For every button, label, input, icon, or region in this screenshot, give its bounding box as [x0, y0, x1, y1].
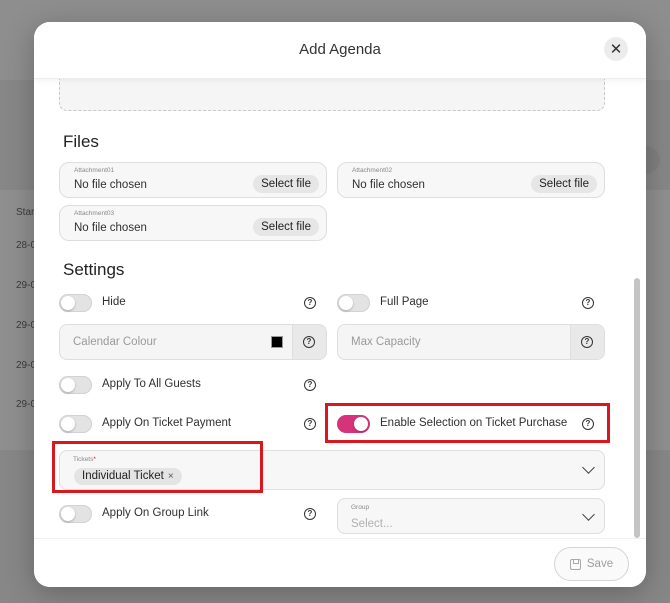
attachment-03-label: Attachment03	[74, 210, 115, 217]
attachment-02-field[interactable]: Attachment02 No file chosen Select file	[337, 162, 605, 198]
highlight-enable-selection	[325, 403, 610, 443]
hide-label: Hide	[102, 296, 126, 308]
close-icon: ✕	[609, 41, 623, 58]
toggle-knob	[61, 296, 75, 310]
modal-header: Add Agenda ✕	[34, 22, 646, 79]
attachment-02-value: No file chosen	[352, 179, 425, 191]
toggle-knob	[339, 296, 353, 310]
attachment-01-field[interactable]: Attachment01 No file chosen Select file	[59, 162, 327, 198]
toggle-knob	[61, 417, 75, 431]
help-icon[interactable]: ?	[582, 297, 594, 309]
files-heading: Files	[63, 132, 99, 151]
group-placeholder: Select...	[351, 518, 393, 530]
full-page-toggle[interactable]	[337, 294, 370, 312]
attachment-01-select-button[interactable]: Select file	[253, 175, 319, 193]
help-icon[interactable]: ?	[304, 508, 316, 520]
max-capacity-input[interactable]: Max Capacity ?	[337, 324, 605, 360]
save-label: Save	[586, 558, 614, 570]
group-label: Group	[351, 504, 370, 511]
group-select[interactable]: Group Select...	[337, 498, 605, 534]
help-icon[interactable]: ?	[304, 418, 316, 430]
help-icon[interactable]: ?	[303, 336, 315, 348]
apply-ticket-payment-label: Apply On Ticket Payment	[102, 417, 232, 429]
hide-toggle[interactable]	[59, 294, 92, 312]
apply-all-guests-toggle[interactable]	[59, 376, 92, 394]
add-agenda-modal: Add Agenda ✕ Files Attachment01 No file …	[34, 22, 646, 587]
full-page-label: Full Page	[380, 296, 429, 308]
save-button[interactable]: Save	[554, 547, 629, 581]
attachment-03-value: No file chosen	[74, 222, 147, 234]
attachment-01-label: Attachment01	[74, 167, 115, 174]
max-capacity-placeholder: Max Capacity	[351, 336, 421, 348]
apply-group-link-toggle[interactable]	[59, 505, 92, 523]
scrollbar[interactable]	[634, 278, 640, 538]
apply-all-guests-label: Apply To All Guests	[102, 378, 201, 390]
calendar-colour-input[interactable]: Calendar Colour ?	[59, 324, 327, 360]
settings-heading: Settings	[63, 260, 125, 279]
color-swatch[interactable]	[271, 336, 283, 348]
help-icon[interactable]: ?	[581, 336, 593, 348]
toggle-knob	[61, 507, 75, 521]
apply-ticket-payment-toggle[interactable]	[59, 415, 92, 433]
attachment-01-value: No file chosen	[74, 179, 147, 191]
highlight-tickets	[52, 441, 263, 493]
attachment-02-label: Attachment02	[352, 167, 393, 174]
attachment-02-select-button[interactable]: Select file	[531, 175, 597, 193]
save-icon	[569, 558, 581, 570]
toggle-knob	[61, 378, 75, 392]
help-icon[interactable]: ?	[304, 297, 316, 309]
help-icon[interactable]: ?	[304, 379, 316, 391]
modal-body[interactable]: Files Attachment01 No file chosen Select…	[34, 79, 646, 538]
modal-footer: Save	[34, 538, 646, 587]
calendar-colour-help[interactable]: ?	[292, 325, 326, 359]
calendar-colour-placeholder: Calendar Colour	[73, 336, 157, 348]
max-capacity-help[interactable]: ?	[570, 325, 604, 359]
attachment-03-field[interactable]: Attachment03 No file chosen Select file	[59, 205, 327, 241]
chevron-down-icon[interactable]	[582, 508, 595, 521]
upload-dropzone[interactable]	[59, 79, 605, 111]
attachment-03-select-button[interactable]: Select file	[253, 218, 319, 236]
close-button[interactable]: ✕	[604, 37, 628, 61]
apply-group-link-label: Apply On Group Link	[102, 507, 209, 519]
chevron-down-icon[interactable]	[582, 461, 595, 474]
modal-title: Add Agenda	[299, 41, 381, 58]
